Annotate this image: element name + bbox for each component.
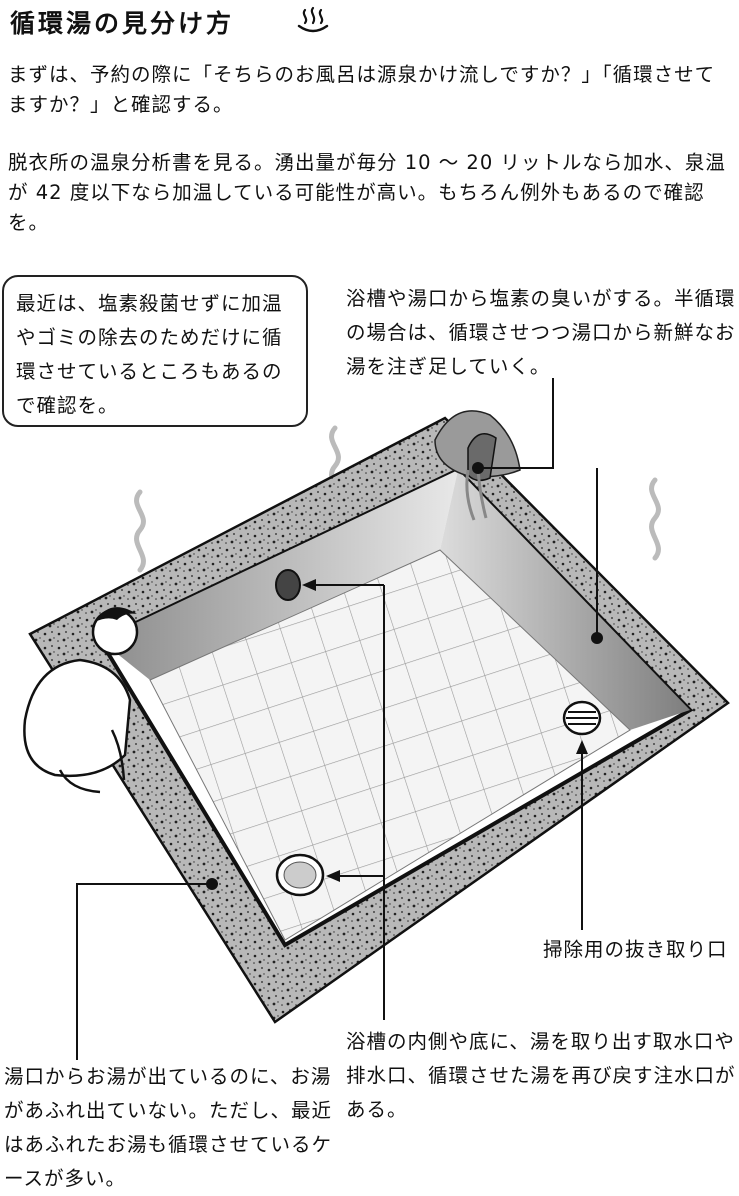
- callout-box-recent-note: 最近は、塩素殺菌せずに加温やゴミの除去のためだけに循環させているところもあるので…: [2, 275, 308, 427]
- note-intake-ports: 浴槽の内側や底に、湯を取り出す取水口や排水口、循環させた湯を再び戻す注水口がある…: [346, 1030, 736, 1121]
- page-title: 循環湯の見分け方: [10, 9, 235, 38]
- floor-drain-icon: [275, 853, 325, 897]
- note-no-overflow: 湯口からお湯が出ているのに、お湯があふれ出ていない。ただし、最近はあふれたお湯も…: [4, 1065, 333, 1190]
- intro-paragraph-analysis: 脱衣所の温泉分析書を見る。湧出量が毎分 10 〜 20 リットルなら加水、泉温が…: [8, 151, 726, 234]
- onsen-hot-spring-icon: [297, 6, 329, 33]
- note-chlorine-smell: 浴槽や湯口から塩素の臭いがする。半循環の場合は、循環させつつ湯口から新鮮なお湯を…: [346, 287, 736, 378]
- intro-paragraph-reservation: まずは、予約の際に「そちらのお風呂は源泉かけ流しですか？」「循環させてますか？」…: [8, 63, 716, 116]
- inlet-port-icon: [275, 569, 301, 601]
- cleaning-drain-icon: [562, 700, 602, 736]
- label-cleaning-drain: 掃除用の抜き取り口: [543, 938, 728, 961]
